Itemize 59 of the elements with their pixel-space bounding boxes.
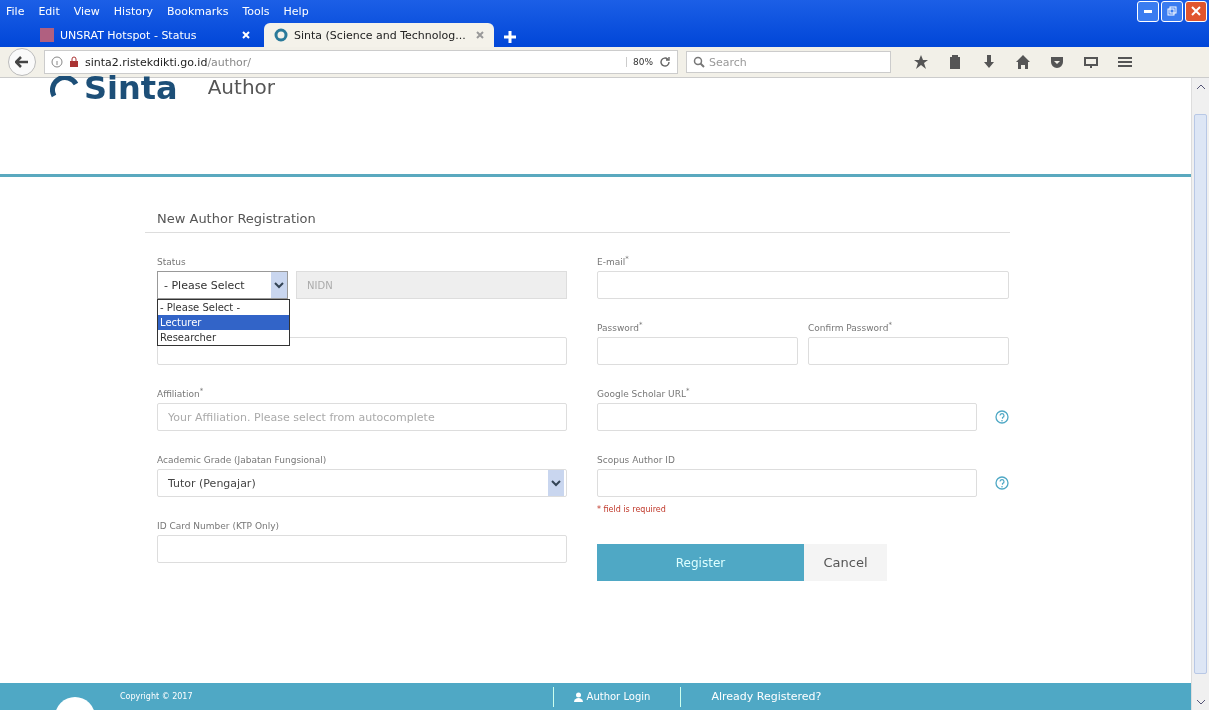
zoom-level[interactable]: 80% (626, 57, 653, 67)
status-select[interactable]: - Please Select (157, 271, 288, 299)
browser-tab[interactable]: UNSRAT Hotspot - Status (30, 23, 260, 47)
search-field[interactable]: Search (686, 51, 891, 73)
menu-item[interactable]: Help (283, 4, 309, 18)
copyright-text: Copyright © 2017 (120, 692, 193, 701)
lock-icon (69, 56, 79, 68)
back-icon[interactable] (8, 48, 36, 76)
field-label: ID Card Number (KTP Only) (157, 521, 280, 531)
download-icon[interactable] (981, 54, 997, 70)
minimize-icon[interactable] (1137, 0, 1159, 22)
cancel-button[interactable]: Cancel (804, 544, 887, 581)
grade-select[interactable]: Tutor (Pengajar) (157, 469, 567, 497)
input-field[interactable] (808, 337, 1009, 365)
chevron-icon (548, 470, 564, 496)
logo-icon (50, 76, 80, 100)
clipboard-icon[interactable] (947, 54, 963, 70)
field-label: Confirm Password$^{*}$ (808, 321, 893, 333)
input-field[interactable] (597, 337, 798, 365)
help-icon[interactable] (995, 410, 1009, 424)
required-note: * field is required (597, 505, 667, 514)
form-title: New Author Registration (145, 211, 1010, 233)
field-label: E-mail$^{*}$ (597, 255, 630, 267)
field-label: Password$^{*}$ (597, 321, 644, 333)
menu-item[interactable]: History (113, 4, 153, 18)
browser-tab[interactable]: Sinta (Science and Technolog... (264, 23, 494, 47)
help-icon[interactable] (995, 476, 1009, 490)
reload-icon[interactable] (659, 56, 671, 68)
dropdown-option[interactable]: Researcher (158, 330, 289, 345)
field-label: Academic Grade (Jabatan Fungsional) (157, 455, 328, 465)
dropdown-option[interactable]: - Please Select - (158, 300, 289, 315)
input-field[interactable] (597, 403, 977, 431)
field-label: Scopus Author ID (597, 455, 676, 465)
input-field[interactable] (157, 535, 567, 563)
menu-item[interactable]: Bookmarks (167, 4, 229, 18)
search-icon (693, 56, 705, 68)
input-field[interactable] (597, 469, 977, 497)
address-bar[interactable]: sinta2.ristekdikti.go.id/author/ 80% (44, 50, 678, 74)
info-icon (51, 56, 63, 68)
home-icon[interactable] (1015, 54, 1031, 70)
field-label: Google Scholar URL$^{*}$ (597, 387, 691, 399)
already-registered-text: Already Registered? (680, 686, 822, 707)
menu-item[interactable]: File (6, 4, 25, 18)
menu-item[interactable]: Edit (38, 4, 60, 18)
field-label: Status (157, 257, 187, 267)
input-field[interactable] (597, 271, 1009, 299)
field-label: Affiliation$^{*}$ (157, 387, 205, 399)
favicon-icon (274, 28, 288, 42)
dropdown-option[interactable]: Lecturer (158, 315, 289, 330)
favicon-icon (40, 28, 54, 42)
star-icon[interactable] (913, 54, 929, 70)
menu-item[interactable]: View (73, 4, 100, 18)
page-title: Author (207, 75, 276, 99)
chevron-icon (271, 272, 287, 298)
user-icon (573, 691, 583, 702)
pocket-icon[interactable] (1049, 54, 1065, 70)
menu-icon[interactable] (1117, 54, 1133, 70)
restore-icon[interactable] (1161, 0, 1183, 22)
menu-item[interactable]: Tools (242, 4, 270, 18)
